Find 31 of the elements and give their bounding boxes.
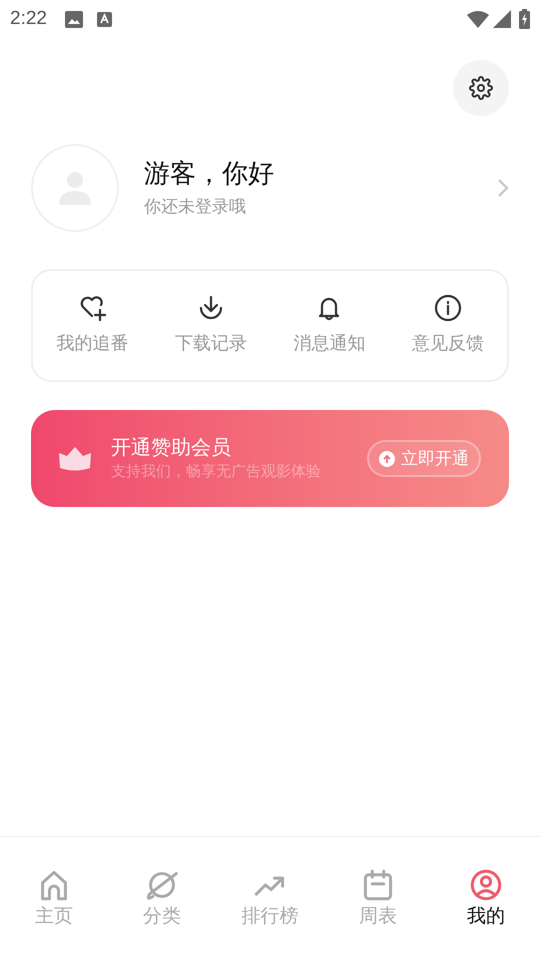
nav-tab[interactable]: 我的: [432, 869, 540, 932]
arrow-up-icon: [379, 450, 395, 466]
login-hint: 你还未登录哦: [144, 196, 247, 218]
home-icon: [38, 869, 70, 901]
wifi-icon: [467, 10, 489, 28]
calendar-icon: [362, 869, 394, 901]
nav-tab[interactable]: 周表: [324, 869, 432, 932]
nav-tab[interactable]: 主页: [0, 869, 108, 932]
signal-icon: [493, 10, 511, 28]
heart-plus-icon: [78, 294, 106, 322]
shortcut-item[interactable]: 下载记录: [152, 294, 270, 357]
user-greeting: 游客，你好: [144, 157, 275, 190]
nav-tab[interactable]: 分类: [108, 869, 216, 932]
info-icon: [434, 294, 462, 322]
settings-icon: [469, 76, 493, 100]
shortcut-item[interactable]: 意见反馈: [388, 294, 507, 357]
crown-icon: [59, 446, 91, 470]
shortcut-item[interactable]: 消息通知: [270, 294, 388, 357]
font-icon: [96, 12, 112, 26]
chevron-right-icon: [497, 178, 509, 198]
shortcut-item[interactable]: 我的追番: [33, 294, 152, 357]
profile-row[interactable]: 游客，你好 你还未登录哦: [0, 144, 540, 232]
nav-tab[interactable]: 排行榜: [216, 869, 324, 932]
vip-banner[interactable]: 开通赞助会员 支持我们，畅享无广告观影体验 立即开通: [31, 410, 509, 507]
image-icon: [64, 10, 83, 28]
open-vip-button[interactable]: 立即开通: [367, 440, 481, 477]
vip-title: 开通赞助会员: [111, 436, 232, 460]
status-time: 2:22: [10, 6, 47, 31]
vip-subtitle: 支持我们，畅享无广告观影体验: [111, 462, 322, 482]
battery-icon: [519, 9, 530, 29]
user-circle-icon: [470, 869, 502, 901]
